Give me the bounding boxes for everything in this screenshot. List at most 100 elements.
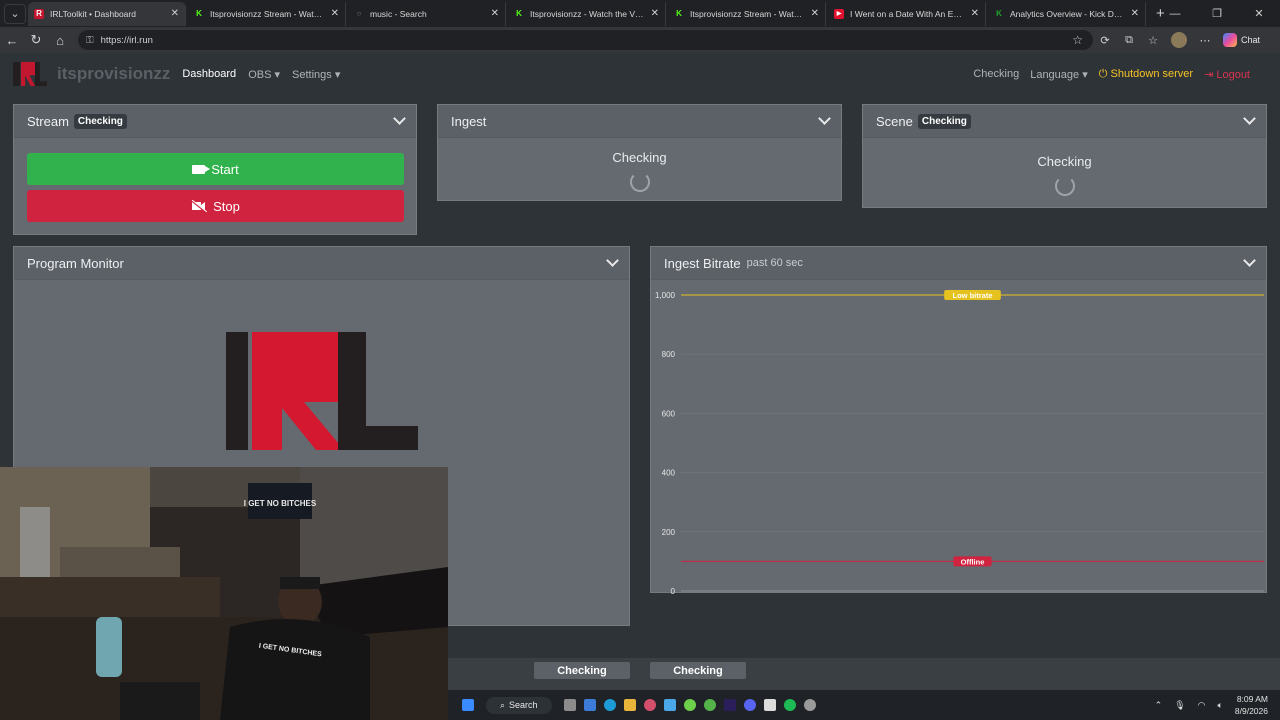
- home-icon[interactable]: ⌂: [48, 33, 72, 48]
- microphone-icon[interactable]: 🎙︎: [1174, 700, 1185, 711]
- chat-label: Chat: [1241, 35, 1261, 45]
- window-controls: — ❐ ✕: [1154, 0, 1280, 27]
- favorites-icon[interactable]: ☆: [1141, 34, 1165, 47]
- irl-favicon-icon: R: [34, 8, 44, 19]
- browser-tab[interactable]: K Itsprovisionzz - Watch the VOD on ✕: [508, 1, 666, 26]
- browser-tab[interactable]: K Itsprovisionzz Stream - Watch Live ✕: [668, 1, 826, 26]
- windows-start-icon[interactable]: [462, 699, 474, 711]
- close-tab-icon[interactable]: ✕: [971, 8, 979, 19]
- spotify-icon[interactable]: [783, 699, 796, 711]
- back-icon[interactable]: ←: [0, 33, 24, 48]
- edge-icon[interactable]: [603, 699, 616, 711]
- ingest-card-header[interactable]: Ingest: [438, 105, 841, 138]
- copilot-icon: [1223, 33, 1237, 47]
- close-tab-icon[interactable]: ✕: [811, 8, 819, 19]
- address-bar: ← ↻ ⌂ ⚿ https://irl.run ☆ ⟳ ⧉ ☆ ⋯ Chat: [0, 27, 1280, 53]
- start-stream-button[interactable]: Start: [27, 153, 404, 185]
- site-info-icon[interactable]: ⚿: [86, 35, 94, 46]
- kick-favicon-icon: K: [996, 9, 1002, 18]
- tray-overflow-icon[interactable]: ⌃: [1155, 700, 1163, 711]
- chevron-down-icon[interactable]: [1243, 112, 1256, 125]
- stop-stream-button[interactable]: Stop: [27, 190, 404, 222]
- stop-label: Stop: [213, 198, 240, 214]
- kick-favicon-icon: K: [676, 9, 682, 18]
- windows-taskbar: ⌕ Search ⌃ 🎙︎ ◠ 🔈︎ 8:09 AM 8/9/2026: [448, 690, 1280, 720]
- discord-icon[interactable]: [743, 699, 756, 711]
- copilot-taskbar-icon[interactable]: [563, 699, 576, 711]
- navbar-right: Checking Language ▾ ⏻ Shutdown server ⇥ …: [973, 53, 1250, 95]
- nav-settings-dropdown[interactable]: Settings ▾: [292, 68, 340, 81]
- stream-card-title: Stream: [27, 113, 69, 129]
- brand-name[interactable]: itsprovisionzz: [57, 64, 170, 84]
- tab-actions-menu[interactable]: ⌄: [4, 3, 26, 24]
- logout-button[interactable]: ⇥ Logout: [1204, 68, 1250, 81]
- close-tab-icon[interactable]: ✕: [171, 8, 179, 19]
- power-icon: ⏻: [1098, 67, 1108, 80]
- copilot-chat-button[interactable]: Chat: [1223, 33, 1260, 47]
- close-tab-icon[interactable]: ✕: [491, 8, 499, 19]
- maximize-icon[interactable]: ❐: [1196, 7, 1238, 20]
- taskbar-clock[interactable]: 8:09 AM 8/9/2026: [1235, 693, 1268, 717]
- taskbar-search-label: Search: [509, 700, 538, 710]
- y-tick-label: 600: [662, 409, 676, 418]
- y-tick-label: 0: [671, 587, 676, 596]
- language-dropdown[interactable]: Language ▾: [1030, 68, 1088, 81]
- profile-avatar[interactable]: [1171, 32, 1187, 48]
- extension-icon[interactable]: ⟳: [1093, 34, 1117, 47]
- threshold-label: Low bitrate: [952, 291, 992, 300]
- browser-tab-bar: ⌄ R IRLToolkit • Dashboard ✕ K Itsprovis…: [0, 0, 1280, 27]
- premiere-icon[interactable]: [723, 699, 736, 711]
- close-tab-icon[interactable]: ✕: [651, 8, 659, 19]
- nav-obs-dropdown[interactable]: OBS ▾: [248, 68, 280, 81]
- volume-icon[interactable]: 🔈︎: [1218, 700, 1223, 711]
- caret-down-icon: ▾: [274, 68, 281, 81]
- ingest-status-text: Checking: [612, 150, 667, 165]
- task-view-icon[interactable]: [583, 699, 596, 711]
- close-window-icon[interactable]: ✕: [1238, 7, 1280, 20]
- close-tab-icon[interactable]: ✕: [331, 8, 339, 19]
- browser-tab[interactable]: ○ music - Search ✕: [348, 1, 506, 26]
- wifi-icon[interactable]: ◠: [1198, 700, 1206, 711]
- taskbar-search[interactable]: ⌕ Search: [486, 696, 552, 714]
- url-field[interactable]: ⚿ https://irl.run ☆: [78, 30, 1093, 50]
- favorite-star-icon[interactable]: ☆: [1072, 33, 1083, 47]
- stream-status-badge: Checking: [73, 113, 127, 129]
- more-options-icon[interactable]: ⋯: [1193, 34, 1217, 47]
- tab-title: IRLToolkit • Dashboard: [50, 8, 136, 19]
- app-icon[interactable]: [763, 699, 776, 711]
- app-icon[interactable]: [683, 699, 696, 711]
- close-tab-icon[interactable]: ✕: [1131, 8, 1139, 19]
- logout-icon: ⇥: [1204, 68, 1214, 81]
- program-monitor-header[interactable]: Program Monitor: [14, 247, 629, 280]
- scene-card-header[interactable]: Scene Checking: [863, 105, 1266, 138]
- scene-card-title: Scene: [876, 113, 913, 129]
- chevron-down-icon[interactable]: [606, 254, 619, 267]
- language-label: Language: [1030, 68, 1080, 81]
- stream-card-header[interactable]: Stream Checking: [14, 105, 416, 138]
- browser-tab[interactable]: K Analytics Overview - Kick Dashbo ✕: [988, 1, 1146, 26]
- nav-dashboard[interactable]: Dashboard: [182, 68, 236, 80]
- browser-tab[interactable]: R IRLToolkit • Dashboard ✕: [28, 1, 186, 26]
- bitrate-chart: 0 200 400 600 800 1,000 Low bitrate Offline: [655, 290, 1264, 596]
- shutdown-server-button[interactable]: ⏻ Shutdown server: [1099, 68, 1193, 81]
- loading-spinner-icon: [630, 172, 650, 192]
- chevron-down-icon[interactable]: [818, 112, 831, 125]
- photos-icon[interactable]: [663, 699, 676, 711]
- browser-tab[interactable]: ▶ I Went on a Date With An Emo Gi ✕: [828, 1, 986, 26]
- irl-logo[interactable]: [13, 62, 47, 86]
- threshold-label: Offline: [961, 557, 985, 566]
- extensions-icon[interactable]: ⧉: [1117, 34, 1141, 47]
- minimize-icon[interactable]: —: [1154, 8, 1196, 20]
- nav-settings-label: Settings: [292, 68, 332, 81]
- status-pill: Checking: [534, 662, 630, 679]
- browser-tab[interactable]: K Itsprovisionzz Stream - Watch Live ✕: [188, 1, 346, 26]
- top-navbar: itsprovisionzz Dashboard OBS ▾ Settings …: [0, 53, 1280, 95]
- xbox-icon[interactable]: [703, 699, 716, 711]
- obs-icon[interactable]: [803, 699, 816, 711]
- app-icon[interactable]: [643, 699, 656, 711]
- chevron-down-icon[interactable]: [393, 112, 406, 125]
- y-tick-label: 400: [662, 469, 676, 478]
- refresh-icon[interactable]: ↻: [24, 32, 48, 48]
- file-explorer-icon[interactable]: [623, 699, 636, 711]
- y-tick-label: 200: [662, 528, 676, 537]
